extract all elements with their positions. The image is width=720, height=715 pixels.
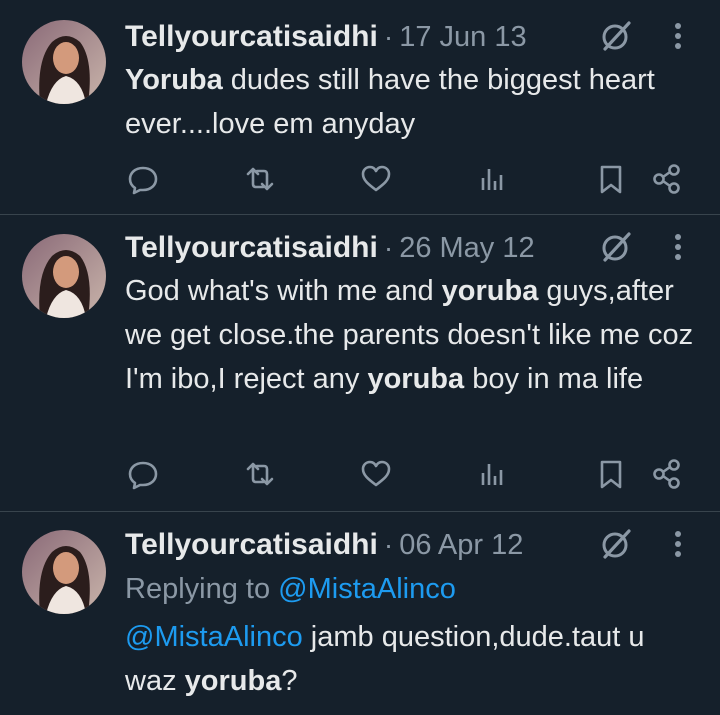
share-icon[interactable] [650, 162, 684, 196]
text-segment: ? [281, 665, 298, 697]
bookmark-icon[interactable] [594, 457, 628, 491]
views-icon[interactable] [474, 162, 508, 196]
author-name[interactable]: Tellyourcatisaidhi [125, 528, 378, 562]
tweet-date[interactable]: 06 Apr 12 [399, 529, 523, 562]
text-segment: boy in ma life [464, 363, 644, 395]
tweet-date[interactable]: 26 May 12 [399, 232, 534, 265]
like-icon[interactable] [359, 162, 393, 196]
tweet[interactable]: Tellyourcatisaidhi · 26 May 12 God what'… [0, 214, 720, 512]
mention-link[interactable]: @MistaAlinco [125, 621, 303, 653]
avatar[interactable] [22, 234, 106, 318]
share-icon[interactable] [650, 457, 684, 491]
tweet[interactable]: Tellyourcatisaidhi · 17 Jun 13 Yoruba du… [0, 0, 720, 215]
like-icon[interactable] [359, 457, 393, 491]
grok-icon[interactable] [599, 527, 633, 566]
tweet[interactable]: Tellyourcatisaidhi · 06 Apr 12 Replying … [0, 511, 720, 715]
replying-handle-link[interactable]: @MistaAlinco [278, 573, 456, 605]
more-icon[interactable] [671, 21, 685, 56]
reply-icon[interactable] [126, 457, 160, 491]
bookmark-icon[interactable] [594, 162, 628, 196]
text-segment: God what's with me and [125, 275, 442, 307]
text-bold: Yoruba [125, 64, 223, 96]
action-bar [0, 162, 720, 196]
author-name[interactable]: Tellyourcatisaidhi [125, 231, 378, 265]
tweet-date[interactable]: 17 Jun 13 [399, 21, 526, 54]
tweet-text: Yoruba dudes still have the biggest hear… [125, 58, 705, 146]
more-icon[interactable] [671, 529, 685, 564]
reply-icon[interactable] [126, 162, 160, 196]
avatar[interactable] [22, 20, 106, 104]
tweet-text: God what's with me and yoruba guys,after… [125, 269, 705, 401]
text-bold: yoruba [184, 665, 282, 697]
views-icon[interactable] [474, 457, 508, 491]
text-bold: yoruba [367, 363, 465, 395]
separator-dot: · [383, 232, 394, 263]
action-bar [0, 457, 720, 491]
replying-prefix: Replying to [125, 573, 279, 605]
grok-icon[interactable] [599, 230, 633, 269]
author-name[interactable]: Tellyourcatisaidhi [125, 20, 378, 54]
retweet-icon[interactable] [243, 162, 277, 196]
avatar[interactable] [22, 530, 106, 614]
separator-dot: · [383, 529, 394, 560]
tweet-text: @MistaAlinco jamb question,dude.taut u w… [125, 615, 665, 703]
more-icon[interactable] [671, 232, 685, 267]
replying-to: Replying to @MistaAlinco [125, 567, 705, 611]
retweet-icon[interactable] [243, 457, 277, 491]
grok-icon[interactable] [599, 19, 633, 58]
text-bold: yoruba [441, 275, 539, 307]
separator-dot: · [383, 21, 394, 52]
